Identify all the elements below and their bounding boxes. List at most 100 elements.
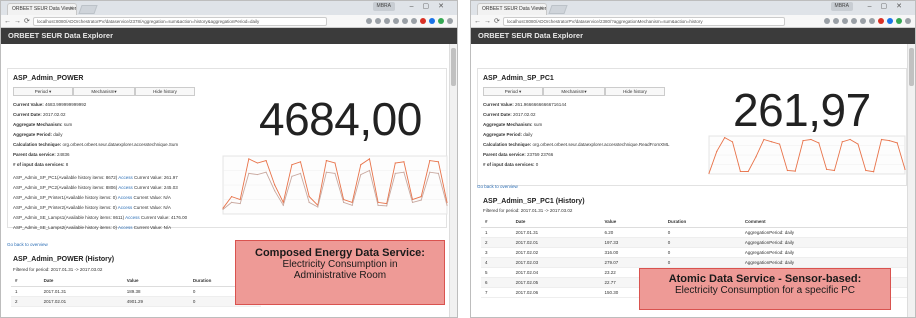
detail-label: Aggregate Mechanism: — [13, 122, 63, 127]
data-point — [377, 204, 379, 206]
data-point — [771, 141, 773, 143]
column-header[interactable]: Date — [511, 217, 601, 228]
column-header[interactable]: Value — [600, 217, 664, 228]
access-link[interactable]: Access — [118, 205, 133, 210]
period-dropdown[interactable]: Period ▾ — [483, 87, 543, 96]
table-cell: 0 — [663, 247, 741, 258]
table-row[interactable]: 3 2017.02.02 316.00 0 AggregationPeriod: dai… — [481, 247, 907, 258]
extension-icon[interactable] — [384, 18, 390, 24]
extension-icon[interactable] — [833, 18, 839, 24]
input-service-value: Current Value: 245.03 — [132, 185, 178, 190]
column-header[interactable]: # — [481, 217, 512, 228]
access-link[interactable]: Access — [118, 195, 133, 200]
extension-icon[interactable] — [896, 18, 902, 24]
column-header[interactable]: Duration — [663, 217, 741, 228]
extension-icons[interactable] — [824, 18, 911, 24]
access-link[interactable]: Access — [118, 225, 133, 230]
extension-icon[interactable] — [860, 18, 866, 24]
column-header[interactable]: Date — [39, 276, 123, 287]
column-header[interactable]: Value — [122, 276, 189, 287]
detail-line: Calculation technique: org.orbeet.orbeet… — [483, 142, 669, 147]
close-tab-icon[interactable]: × — [69, 4, 73, 15]
scrollbar[interactable] — [449, 44, 457, 317]
table-row[interactable]: 4 2017.02.03 279.07 0 AggregationPeriod: dai… — [481, 257, 907, 268]
table-row[interactable]: 1 2017.01.31 189.38 0 — [11, 286, 261, 297]
window-controls[interactable]: –▢✕ — [410, 2, 453, 10]
browser-tab[interactable]: ORBEET SEUR Data Viewer × — [7, 3, 77, 15]
extension-icon[interactable] — [878, 18, 884, 24]
data-point — [308, 201, 310, 203]
table-row[interactable]: 2 2017.02.01 4901.29 0 — [11, 296, 261, 307]
table-cell: 197.33 — [600, 237, 664, 248]
extension-icon[interactable] — [402, 18, 408, 24]
table-row[interactable]: 1 2017.01.31 6.20 0 AggregationPeriod: daily — [481, 227, 907, 238]
extension-icon[interactable] — [438, 18, 444, 24]
hide-history-button[interactable]: Hide history — [605, 87, 665, 96]
extension-icon[interactable] — [869, 18, 875, 24]
mechanism-dropdown[interactable]: Mechanism▾ — [73, 87, 135, 96]
navigation-icons[interactable]: ←→⟳ — [4, 17, 33, 25]
table-cell: 2017.02.05 — [511, 277, 601, 288]
detail-value: org.orbeet.orbeet.seur.dataexplorer.acce… — [61, 142, 179, 147]
close-tab-icon[interactable]: × — [539, 4, 543, 15]
table-row[interactable]: 2 2017.02.01 197.33 0 AggregationPeriod: dai… — [481, 237, 907, 248]
scrollbar-thumb[interactable] — [451, 48, 456, 86]
access-link[interactable]: Access — [125, 215, 140, 220]
access-link[interactable]: Access — [118, 185, 133, 190]
new-tab-button[interactable] — [548, 5, 568, 14]
table-cell: AggregationPeriod: daily — [740, 247, 907, 258]
star-icon[interactable] — [366, 18, 372, 24]
navigation-icons[interactable]: ←→⟳ — [474, 17, 503, 25]
history-chart — [708, 135, 906, 175]
detail-label: Parent data service: — [13, 152, 56, 157]
history-chart — [222, 155, 448, 215]
data-point — [802, 140, 804, 142]
extension-icon[interactable] — [905, 18, 911, 24]
extension-icons[interactable] — [366, 18, 453, 24]
scrollbar[interactable] — [907, 44, 915, 317]
extension-icon[interactable] — [842, 18, 848, 24]
data-point — [896, 142, 898, 144]
input-service-value: Current Value: N/A — [132, 195, 171, 200]
column-header[interactable]: # — [11, 276, 40, 287]
go-back-link[interactable]: Go back to overview — [7, 242, 48, 247]
filter-text: Filtered for period: 2017.01.31 -> 2017.… — [13, 267, 103, 272]
extension-icon[interactable] — [429, 18, 435, 24]
new-tab-button[interactable] — [78, 5, 98, 14]
user-badge[interactable]: MBRA — [830, 2, 853, 11]
url-input[interactable]: localhost:8080/ADOrchestratorPV/dataserv… — [33, 17, 327, 26]
data-point — [420, 199, 422, 201]
extension-icon[interactable] — [375, 18, 381, 24]
mechanism-dropdown[interactable]: Mechanism▾ — [543, 87, 605, 96]
detail-line: # of input data services: 8 — [13, 162, 68, 167]
extension-icon[interactable] — [887, 18, 893, 24]
data-point — [747, 170, 749, 173]
detail-label: Current Date: — [13, 112, 42, 117]
extension-icon[interactable] — [393, 18, 399, 24]
access-link[interactable]: Access — [118, 175, 133, 180]
period-dropdown[interactable]: Period ▾ — [13, 87, 73, 96]
window-controls[interactable]: –▢✕ — [868, 2, 911, 10]
data-point — [308, 196, 310, 198]
scrollbar-thumb[interactable] — [909, 48, 914, 86]
browser-tab[interactable]: ORBEET SEUR Data Viewer × — [477, 3, 547, 15]
table-cell: 2 — [481, 237, 512, 248]
data-point — [786, 169, 788, 172]
extension-icon[interactable] — [851, 18, 857, 24]
hide-history-button[interactable]: Hide history — [135, 87, 195, 96]
url-input[interactable]: localhost:8080/ADOrchestratorPV/dataserv… — [503, 17, 785, 26]
data-point — [394, 172, 396, 174]
extension-icon[interactable] — [420, 18, 426, 24]
extension-icon[interactable] — [447, 18, 453, 24]
data-point — [291, 175, 293, 177]
data-point — [403, 161, 405, 163]
star-icon[interactable] — [824, 18, 830, 24]
user-badge[interactable]: MBRA — [372, 2, 395, 11]
table-cell: AggregationPeriod: daily — [740, 257, 907, 268]
data-point — [437, 161, 439, 163]
data-point — [865, 169, 867, 172]
go-back-link[interactable]: Go back to overview — [477, 184, 518, 189]
column-header[interactable]: Comment — [740, 217, 907, 228]
data-point — [833, 169, 836, 172]
extension-icon[interactable] — [411, 18, 417, 24]
